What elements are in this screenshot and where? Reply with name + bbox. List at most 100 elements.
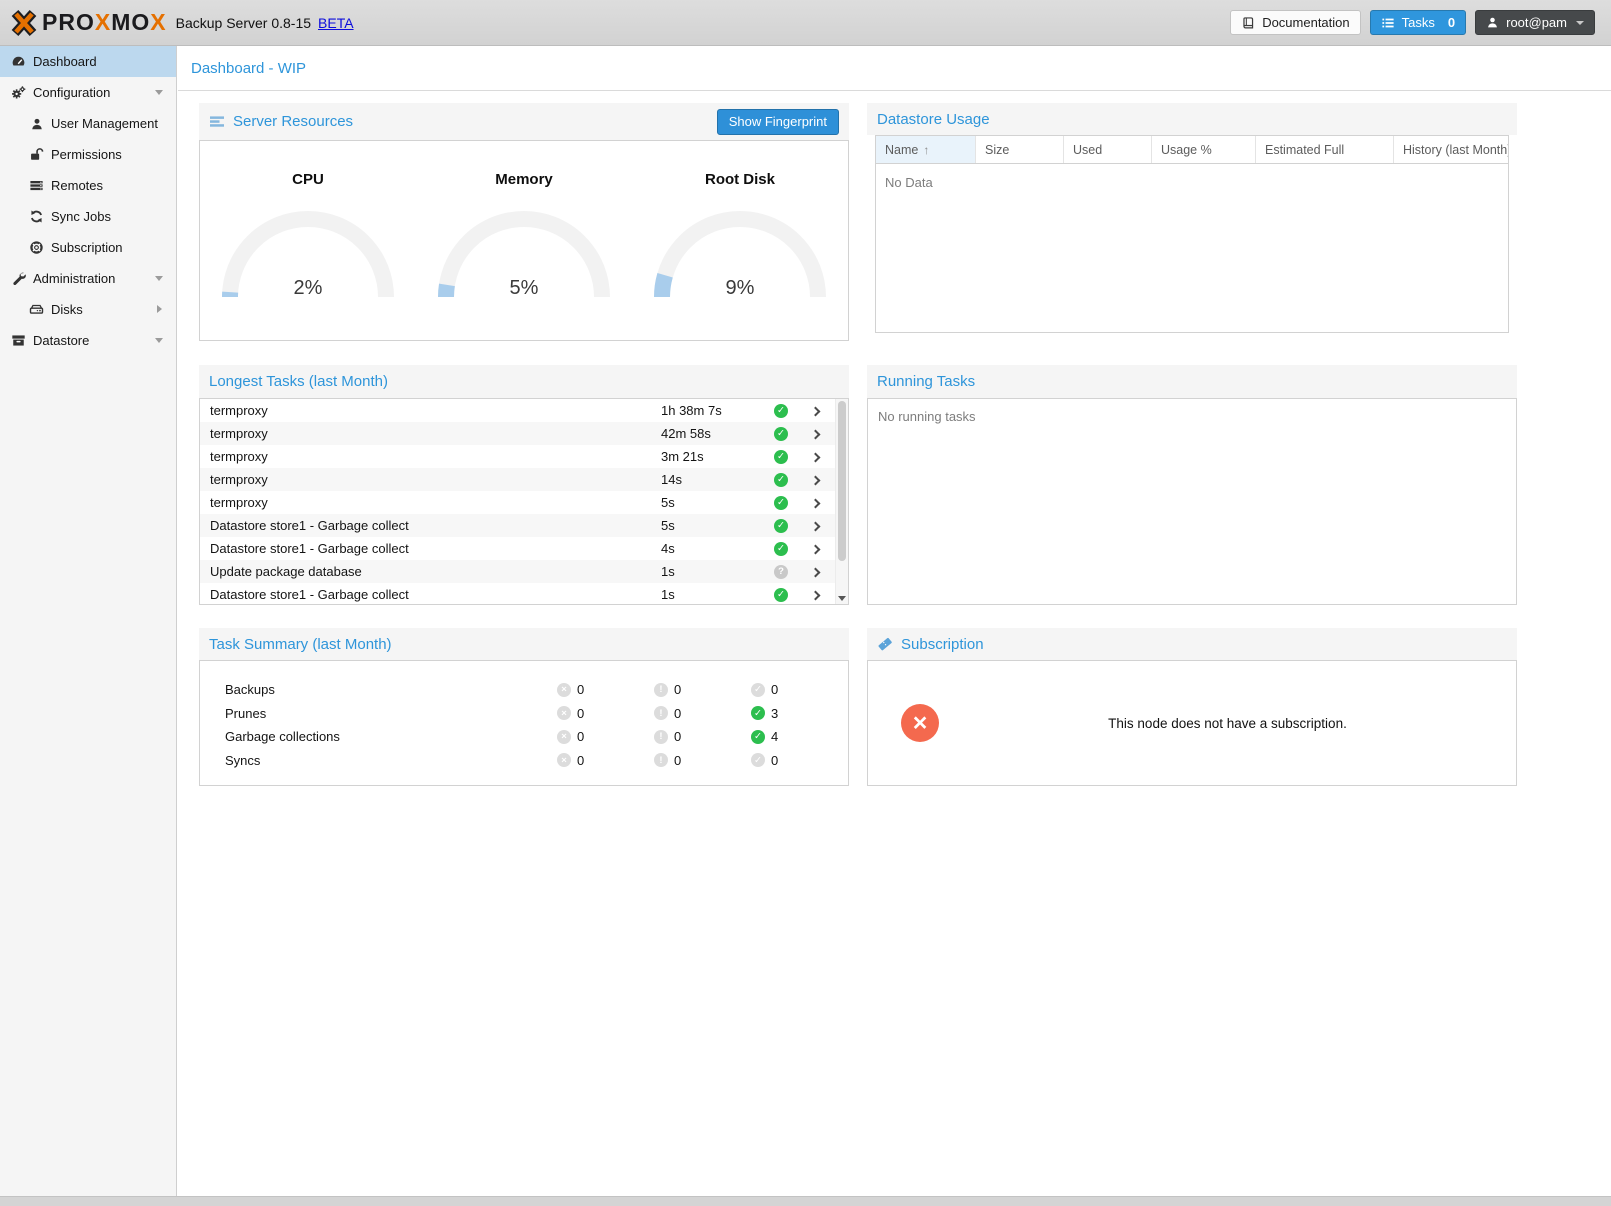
sidebar-item-configuration[interactable]: Configuration <box>0 77 176 108</box>
longest-tasks-title: Longest Tasks (last Month) <box>209 373 388 390</box>
sidebar-item-subscription[interactable]: Subscription <box>0 232 176 263</box>
column-header-usage[interactable]: Usage % <box>1152 136 1256 163</box>
sidebar-item-label: Disks <box>51 302 83 317</box>
task-open-button[interactable] <box>796 430 834 438</box>
error-circle-icon: × <box>557 706 571 720</box>
summary-ok-cell: ✓4 <box>751 729 848 744</box>
task-open-button[interactable] <box>796 499 834 507</box>
running-tasks-panel: Running Tasks No running tasks <box>867 365 1517 605</box>
sidebar-item-label: Remotes <box>51 178 103 193</box>
check-circle-icon: ✓ <box>774 588 788 602</box>
task-duration: 1s <box>661 564 766 579</box>
summary-ok-cell: ✓0 <box>751 753 848 768</box>
longest-tasks-list: termproxy1h 38m 7s✓termproxy42m 58s✓term… <box>199 398 849 605</box>
task-open-button[interactable] <box>796 545 834 553</box>
task-open-button[interactable] <box>796 591 834 599</box>
grid-empty-text: No Data <box>876 164 1508 201</box>
sidebar-item-administration[interactable]: Administration <box>0 263 176 294</box>
column-header-used[interactable]: Used <box>1064 136 1152 163</box>
server-resources-header: Server Resources Show Fingerprint <box>199 103 849 140</box>
task-name: Datastore store1 - Garbage collect <box>200 518 661 533</box>
chevron-down-icon <box>155 338 163 343</box>
gauge-arc: 2% <box>213 197 403 305</box>
task-row[interactable]: termproxy42m 58s✓ <box>200 422 848 445</box>
subscription-body: × This node does not have a subscription… <box>867 660 1517 786</box>
task-row[interactable]: termproxy14s✓ <box>200 468 848 491</box>
ok-circle-icon: ✓ <box>751 683 765 697</box>
gauge-root-disk: Root Disk9% <box>632 141 848 340</box>
task-open-button[interactable] <box>796 522 834 530</box>
sidebar-item-remotes[interactable]: Remotes <box>0 170 176 201</box>
sidebar-item-user-management[interactable]: User Management <box>0 108 176 139</box>
longest-tasks-header: Longest Tasks (last Month) <box>199 365 849 398</box>
life-ring-icon <box>28 240 45 256</box>
task-duration: 1s <box>661 587 766 602</box>
tasks-button[interactable]: Tasks 0 <box>1370 10 1466 35</box>
scrollbar-down-arrow-icon[interactable] <box>838 596 846 601</box>
gauges-container: CPU2%Memory5%Root Disk9% <box>199 140 849 341</box>
wrench-icon <box>10 271 27 287</box>
task-summary-header: Task Summary (last Month) <box>199 628 849 660</box>
show-fingerprint-button[interactable]: Show Fingerprint <box>717 109 839 135</box>
sidebar-item-sync-jobs[interactable]: Sync Jobs <box>0 201 176 232</box>
task-rows: termproxy1h 38m 7s✓termproxy42m 58s✓term… <box>200 399 848 605</box>
sidebar-item-permissions[interactable]: Permissions <box>0 139 176 170</box>
brand-letter: X <box>150 9 166 35</box>
task-open-button[interactable] <box>796 407 834 415</box>
task-row[interactable]: termproxy1h 38m 7s✓ <box>200 399 848 422</box>
task-open-button[interactable] <box>796 453 834 461</box>
task-name: termproxy <box>200 403 661 418</box>
scrollbar-thumb[interactable] <box>838 401 846 561</box>
column-header-name[interactable]: Name↑ <box>876 136 976 163</box>
gauge-arc: 9% <box>645 197 835 305</box>
check-circle-icon: ✓ <box>774 519 788 533</box>
brand-letter: O <box>76 9 95 35</box>
gauge-value: 2% <box>213 277 403 300</box>
summary-ok-count: 4 <box>771 729 778 744</box>
task-row[interactable]: Datastore store1 - Garbage collect1s ✓ <box>200 583 848 605</box>
top-header-bar: PROXMOX Backup Server 0.8-15 BETA Docume… <box>0 0 1611 46</box>
subscription-title: Subscription <box>901 636 984 653</box>
tachometer-icon <box>10 54 27 70</box>
datastore-usage-header: Datastore Usage <box>867 103 1517 135</box>
documentation-button[interactable]: Documentation <box>1230 10 1360 35</box>
question-circle-icon: ? <box>774 565 788 579</box>
error-circle-icon: × <box>557 683 571 697</box>
sidebar-item-disks[interactable]: Disks <box>0 294 176 325</box>
column-header-history-last-month[interactable]: History (last Month) <box>1394 136 1508 163</box>
user-menu-button[interactable]: root@pam <box>1475 10 1595 35</box>
check-circle-icon: ✓ <box>774 473 788 487</box>
gauge-title: CPU <box>292 171 324 188</box>
column-header-estimated-full[interactable]: Estimated Full <box>1256 136 1394 163</box>
user-icon <box>1486 16 1499 29</box>
vertical-scrollbar[interactable] <box>835 399 848 604</box>
sidebar-item-label: Datastore <box>33 333 89 348</box>
summary-ok-count: 0 <box>771 682 778 697</box>
task-open-button[interactable] <box>796 568 834 576</box>
column-header-size[interactable]: Size <box>976 136 1064 163</box>
sidebar-item-label: User Management <box>51 116 158 131</box>
task-name: Datastore store1 - Garbage collect <box>200 587 661 602</box>
proxmox-logo: PROXMOX <box>9 8 167 38</box>
task-status: ? <box>766 565 796 579</box>
chevron-right-icon <box>157 305 162 313</box>
task-duration: 1h 38m 7s <box>661 403 766 418</box>
task-open-button[interactable] <box>796 476 834 484</box>
summary-warning-count: 0 <box>674 753 681 768</box>
task-row[interactable]: termproxy3m 21s✓ <box>200 445 848 468</box>
task-duration: 5s <box>661 518 766 533</box>
page-title: Dashboard - WIP <box>178 46 1611 91</box>
sidebar-item-datastore[interactable]: Datastore <box>0 325 176 356</box>
task-row[interactable]: Datastore store1 - Garbage collect5s ✓ <box>200 514 848 537</box>
beta-link[interactable]: BETA <box>318 15 354 31</box>
task-row[interactable]: Update package database1s? <box>200 560 848 583</box>
summary-error-count: 0 <box>577 682 584 697</box>
gauge-value: 5% <box>429 277 619 300</box>
warning-circle-icon: ! <box>654 753 668 767</box>
task-row[interactable]: termproxy5s✓ <box>200 491 848 514</box>
task-status: ✓ <box>766 519 796 533</box>
tasks-count-badge: 0 <box>1448 15 1455 30</box>
task-row[interactable]: Datastore store1 - Garbage collect4s✓ <box>200 537 848 560</box>
sidebar-item-dashboard[interactable]: Dashboard <box>0 46 176 77</box>
ok-circle-icon: ✓ <box>751 753 765 767</box>
